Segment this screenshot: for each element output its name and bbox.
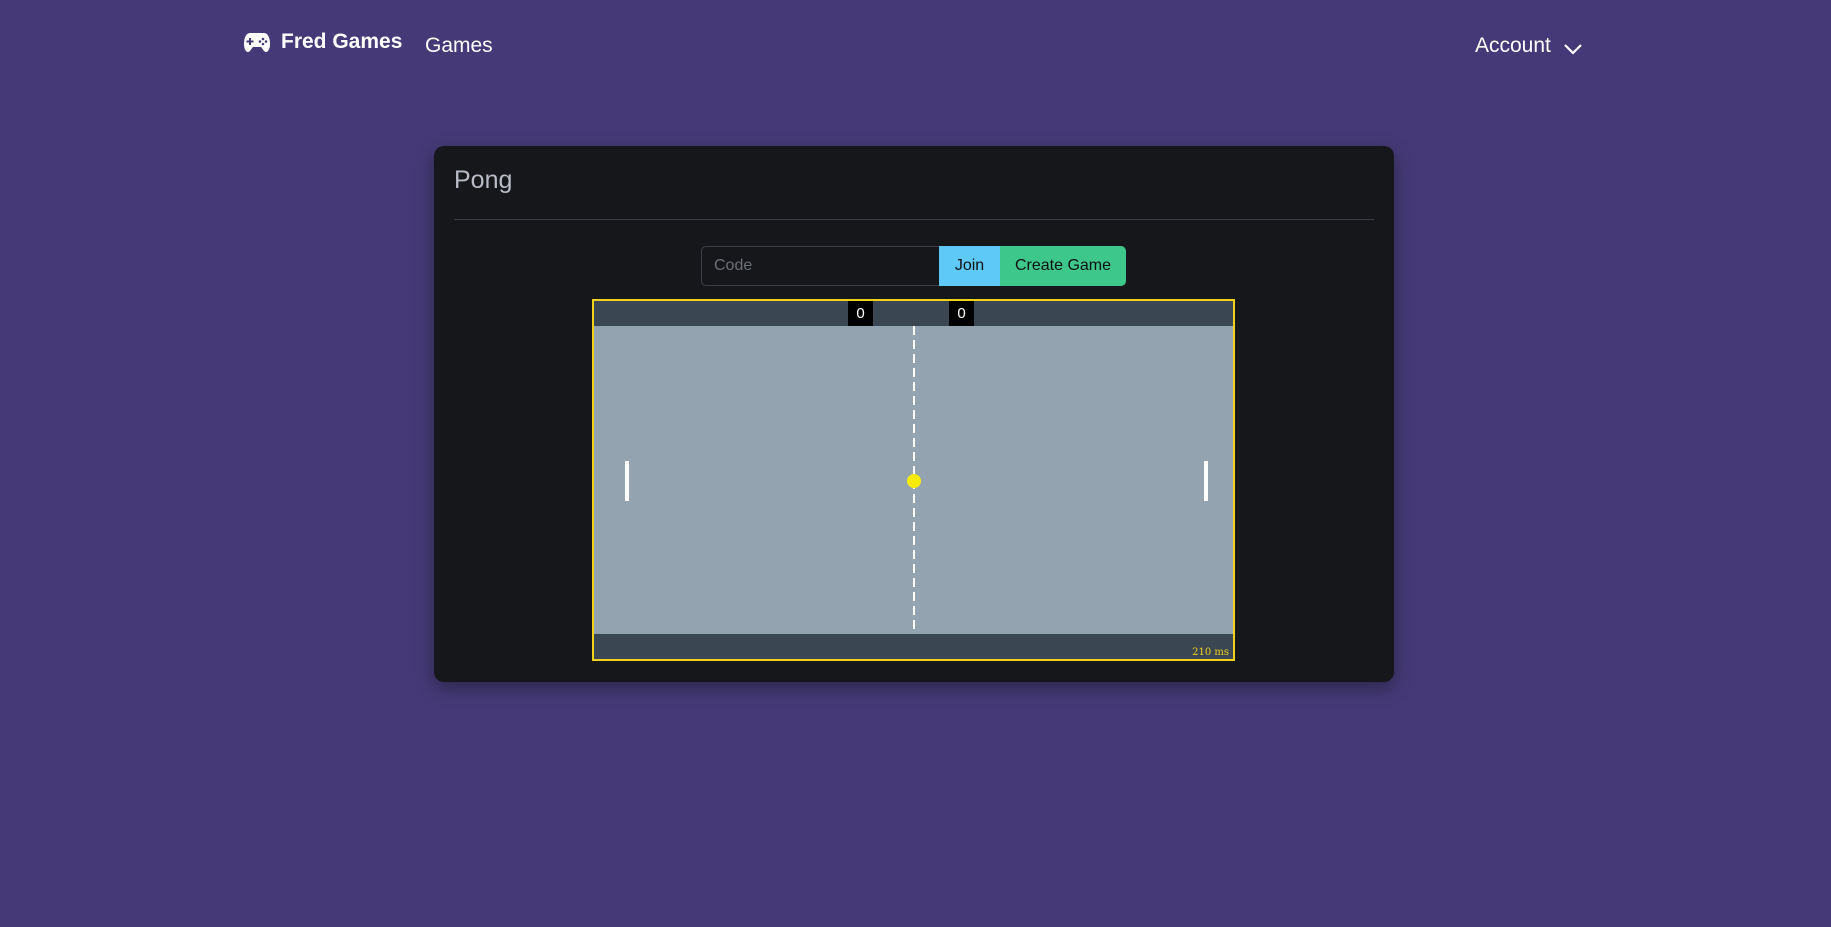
account-label: Account <box>1475 34 1551 57</box>
join-button[interactable]: Join <box>939 246 1000 286</box>
title-divider <box>454 219 1374 220</box>
right-paddle <box>1204 461 1208 501</box>
brand-name: Fred Games <box>281 30 403 53</box>
pong-card: Pong Join Create Game 0 0 210 ms <box>434 146 1394 682</box>
left-paddle <box>625 461 629 501</box>
game-controls: Join Create Game <box>701 246 1126 286</box>
create-game-button[interactable]: Create Game <box>1000 246 1126 286</box>
score-right: 0 <box>949 301 974 326</box>
code-input[interactable] <box>701 246 939 286</box>
ball <box>907 474 921 488</box>
navbar: Fred Games Games Account <box>0 0 1831 92</box>
chevron-down-icon <box>1564 44 1582 55</box>
bottom-bar <box>594 634 1233 659</box>
gamepad-icon <box>244 33 270 52</box>
latency-readout: 210 ms <box>1192 647 1229 658</box>
brand-link[interactable]: Fred Games <box>243 30 402 54</box>
score-left: 0 <box>848 301 873 326</box>
nav-games-link[interactable]: Games <box>425 34 493 58</box>
score-bar <box>594 301 1233 326</box>
page-title: Pong <box>454 166 513 194</box>
account-dropdown[interactable]: Account <box>1475 34 1583 58</box>
pong-board[interactable]: 0 0 210 ms <box>592 299 1235 661</box>
